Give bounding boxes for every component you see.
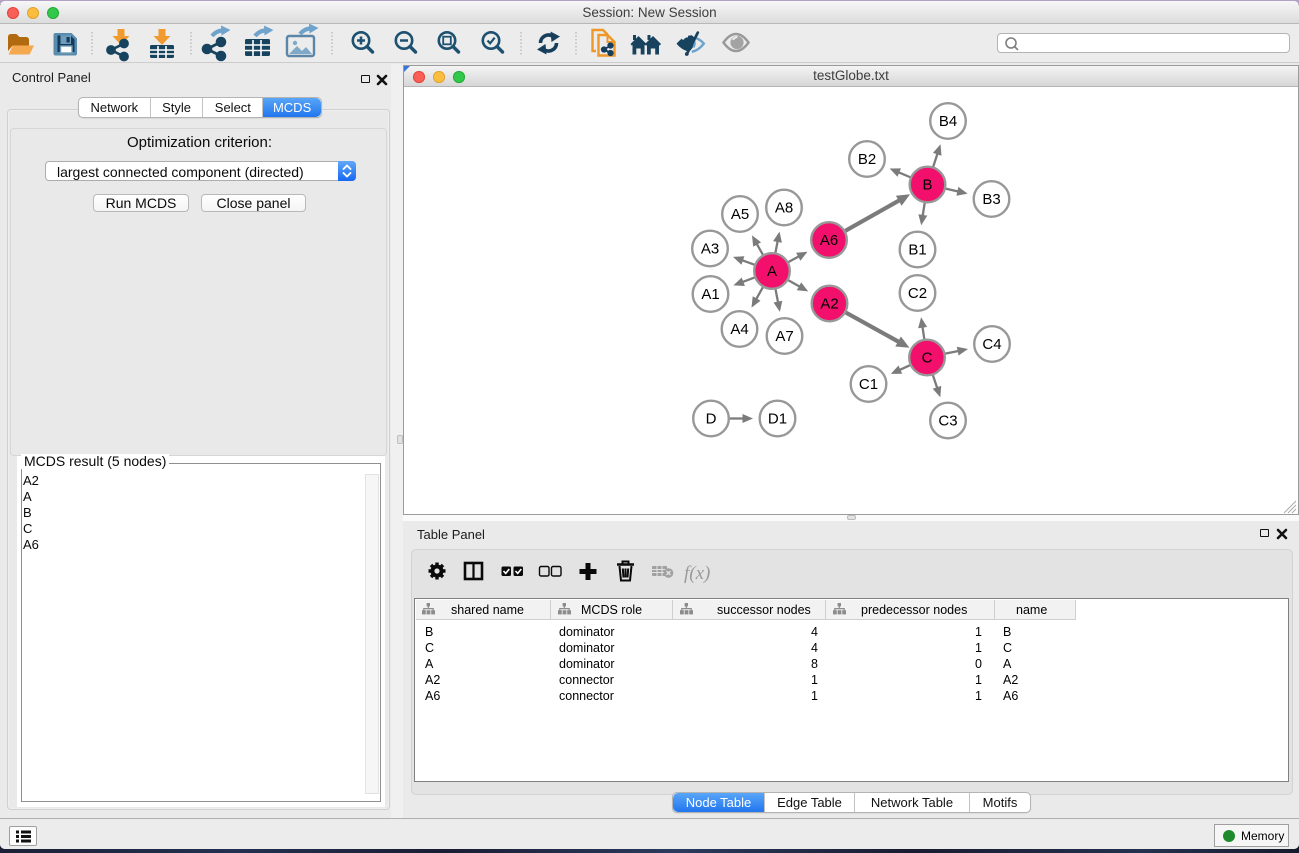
svg-text:B2: B2 xyxy=(858,151,876,168)
svg-text:C: C xyxy=(922,350,933,367)
svg-text:C4: C4 xyxy=(982,336,1001,353)
svg-text:B3: B3 xyxy=(982,191,1000,208)
svg-text:C1: C1 xyxy=(859,376,878,393)
svg-text:D: D xyxy=(706,411,717,428)
svg-text:A7: A7 xyxy=(775,328,793,345)
svg-text:A2: A2 xyxy=(820,296,838,313)
svg-text:A1: A1 xyxy=(701,286,719,303)
svg-text:A8: A8 xyxy=(775,200,793,217)
svg-text:C3: C3 xyxy=(938,413,957,430)
svg-text:f(x): f(x) xyxy=(684,563,710,584)
svg-text:A5: A5 xyxy=(731,206,749,223)
svg-text:A6: A6 xyxy=(820,232,838,249)
svg-text:B: B xyxy=(922,177,932,194)
svg-text:A4: A4 xyxy=(730,321,748,338)
svg-text:B4: B4 xyxy=(939,113,957,130)
svg-text:A: A xyxy=(767,263,777,280)
svg-text:D1: D1 xyxy=(768,411,787,428)
svg-text:C2: C2 xyxy=(908,285,927,302)
svg-text:A3: A3 xyxy=(701,241,719,258)
svg-text:B1: B1 xyxy=(908,242,926,259)
